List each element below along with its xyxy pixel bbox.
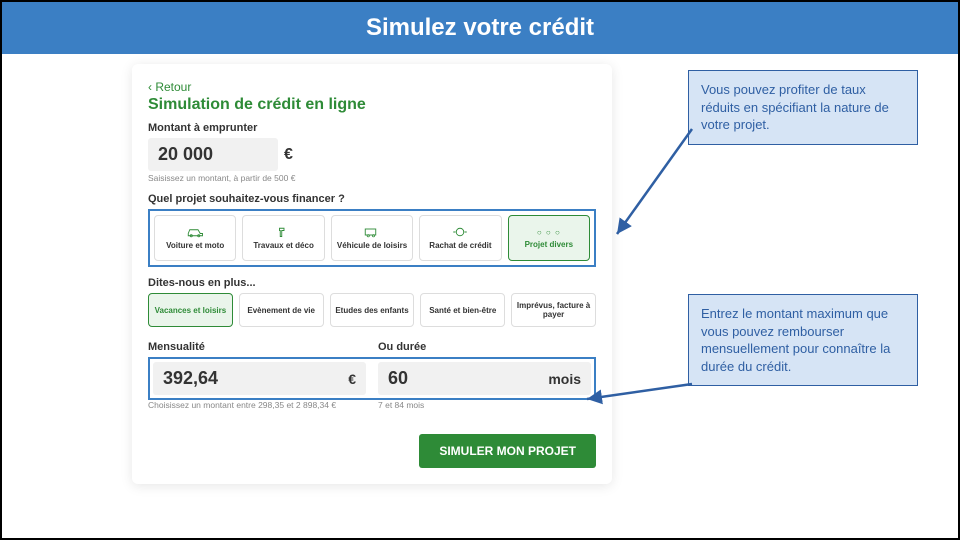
monthly-label: Mensualité xyxy=(148,341,366,353)
project-question: Quel projet souhaitez-vous financer ? xyxy=(148,193,596,205)
dots-icon: ○ ○ ○ xyxy=(537,228,561,237)
duration-col: Ou durée xyxy=(378,341,596,357)
project-tiles-highlight: Voiture et moto Travaux et déco Véhicule… xyxy=(148,209,596,267)
monthly-col: Mensualité xyxy=(148,341,366,357)
project-tile-misc[interactable]: ○ ○ ○ Projet divers xyxy=(508,215,590,261)
hints-row: Choisissez un montant entre 298,35 et 2 … xyxy=(148,400,596,420)
amount-label: Montant à emprunter xyxy=(148,122,596,134)
monthly-value: 392,64 xyxy=(163,368,218,389)
content-area: ‹ Retour Simulation de crédit en ligne M… xyxy=(2,54,958,538)
banner-title: Simulez votre crédit xyxy=(366,14,594,41)
monthly-input-col: 392,64 € xyxy=(153,362,366,395)
project-tile-works[interactable]: Travaux et déco xyxy=(242,215,324,261)
page-frame: Simulez votre crédit ‹ Retour Simulation… xyxy=(0,0,960,540)
callout-text: Entrez le montant maximum que vous pouve… xyxy=(701,306,890,374)
hammer-icon xyxy=(275,226,293,238)
subcat-label: Etudes des enfants xyxy=(335,306,408,315)
monthly-duration-row: Mensualité Ou durée xyxy=(148,341,596,357)
duration-input-col: 60 mois xyxy=(378,362,591,395)
arrow-icon xyxy=(607,124,697,244)
callout-text: Vous pouvez profiter de taux réduits en … xyxy=(701,82,889,132)
subcat-studies[interactable]: Etudes des enfants xyxy=(330,293,415,327)
subcat-unexpected[interactable]: Imprévus, facture à payer xyxy=(511,293,596,327)
subcat-life-event[interactable]: Evènement de vie xyxy=(239,293,324,327)
project-tile-refinance[interactable]: Rachat de crédit xyxy=(419,215,501,261)
monthly-unit: € xyxy=(348,371,356,387)
project-label: Travaux et déco xyxy=(253,241,313,250)
subcategory-row: Vacances et loisirs Evènement de vie Etu… xyxy=(148,293,596,327)
monthly-hint: Choisissez un montant entre 298,35 et 2 … xyxy=(148,400,366,410)
subcat-vacations[interactable]: Vacances et loisirs xyxy=(148,293,233,327)
amount-unit: € xyxy=(284,146,293,164)
refinance-icon xyxy=(451,226,469,238)
project-label: Véhicule de loisirs xyxy=(337,241,407,250)
project-label: Voiture et moto xyxy=(166,241,224,250)
callout-monthly: Entrez le montant maximum que vous pouve… xyxy=(688,294,918,386)
duration-input[interactable]: 60 mois xyxy=(378,362,591,395)
card-title: Simulation de crédit en ligne xyxy=(148,96,596,114)
camper-icon xyxy=(363,226,381,238)
monthly-duration-highlight: 392,64 € 60 mois xyxy=(148,357,596,400)
simulate-button[interactable]: SIMULER MON PROJET xyxy=(419,434,596,468)
duration-hint: 7 et 84 mois xyxy=(378,400,596,410)
amount-row: 20 000 € xyxy=(148,138,596,171)
project-label: Rachat de crédit xyxy=(429,241,491,250)
back-link[interactable]: ‹ Retour xyxy=(148,80,191,94)
subcat-label: Vacances et loisirs xyxy=(155,306,227,315)
callout-project: Vous pouvez profiter de taux réduits en … xyxy=(688,70,918,145)
inputs-row: 392,64 € 60 mois xyxy=(153,362,591,395)
subhead: Dites-nous en plus... xyxy=(148,277,596,289)
project-label: Projet divers xyxy=(525,240,573,249)
car-icon xyxy=(186,226,204,238)
duration-value: 60 xyxy=(388,368,408,389)
project-tile-car[interactable]: Voiture et moto xyxy=(154,215,236,261)
subcat-label: Imprévus, facture à payer xyxy=(516,301,591,319)
page-banner: Simulez votre crédit xyxy=(2,2,958,54)
amount-hint: Saisissez un montant, à partir de 500 € xyxy=(148,173,596,183)
duration-label: Ou durée xyxy=(378,341,596,353)
subcat-health[interactable]: Santé et bien-être xyxy=(420,293,505,327)
subcat-label: Evènement de vie xyxy=(247,306,315,315)
amount-input[interactable]: 20 000 xyxy=(148,138,278,171)
simulator-card: ‹ Retour Simulation de crédit en ligne M… xyxy=(132,64,612,484)
monthly-input[interactable]: 392,64 € xyxy=(153,362,366,395)
arrow-icon xyxy=(577,354,697,414)
subcat-label: Santé et bien-être xyxy=(429,306,496,315)
project-tile-leisure-vehicle[interactable]: Véhicule de loisirs xyxy=(331,215,413,261)
